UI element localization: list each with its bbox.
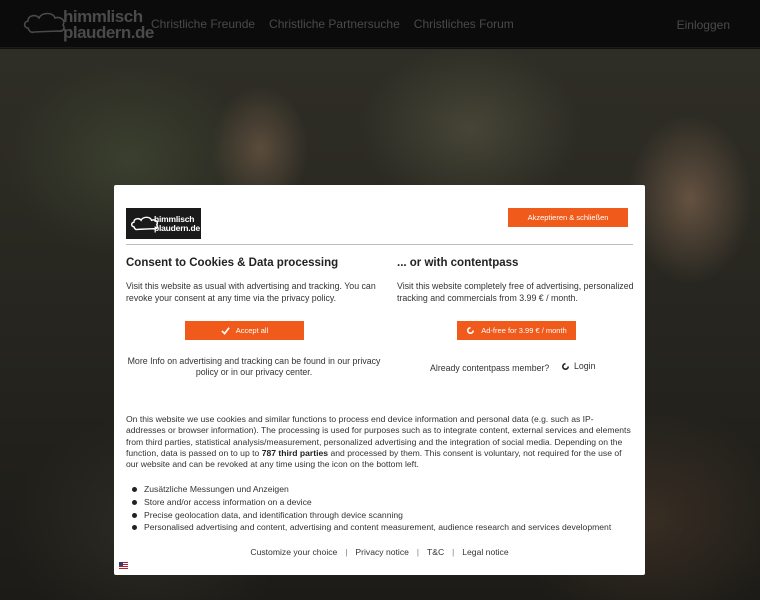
dialog-logo: himmlisch plaudern.de [126,208,201,239]
list-item: Store and/or access information on a dev… [132,496,611,509]
top-navigation: himmlisch plaudern.de Christliche Freund… [0,0,760,48]
accept-and-close-button[interactable]: Akzeptieren & schließen [508,208,628,227]
customize-choice-link[interactable]: Customize your choice [250,547,337,557]
bullet-icon [132,525,137,531]
legal-notice-link[interactable]: Legal notice [462,547,508,557]
contentpass-icon [562,362,570,370]
contentpass-login-label: Login [574,361,596,371]
purposes-list: Zusätzliche Messungen und Anzeigen Store… [132,483,611,534]
consent-dialog: himmlisch plaudern.de Akzeptieren & schl… [114,185,645,575]
terms-link[interactable]: T&C [427,547,444,557]
nav-link-christliches-forum[interactable]: Christliches Forum [414,17,514,31]
consent-description: Visit this website as usual with adverti… [126,281,376,303]
list-item: Zusätzliche Messungen und Anzeigen [132,483,611,496]
bullet-icon [132,499,137,505]
bullet-icon [132,487,137,492]
purpose-label: Zusätzliche Messungen und Anzeigen [144,484,289,494]
purpose-label: Precise geolocation data, and identifica… [144,509,403,520]
dialog-divider [126,244,633,245]
separator: | [345,547,348,557]
dialog-logo-line2: plaudern.de [154,223,200,233]
accept-all-button[interactable]: Accept all [185,321,304,340]
nav-link-christliche-freunde[interactable]: Christliche Freunde [151,17,255,31]
english-flag-icon[interactable] [119,562,128,569]
list-item: Precise geolocation data, and identifica… [132,509,611,522]
logo-text-line2: plaudern.de [63,23,154,42]
contentpass-title: ... or with contentpass [397,257,519,269]
list-item: Personalised advertising and content, ad… [132,521,611,534]
separator: | [452,547,455,557]
site-logo[interactable]: himmlisch plaudern.de [22,6,154,42]
already-member-text: Already contentpass member? [430,363,550,373]
login-link[interactable]: Einloggen [677,18,730,32]
checkmark-icon [221,327,230,335]
privacy-notice-link[interactable]: Privacy notice [355,547,409,557]
ad-free-subscribe-button[interactable]: Ad-free for 3.99 € / month [457,321,576,340]
nav-link-christliche-partnersuche[interactable]: Christliche Partnersuche [269,17,400,31]
contentpass-login-link[interactable]: Login [561,361,596,371]
third-parties-count[interactable]: 787 third parties [262,448,328,458]
bullet-icon [132,512,137,518]
contentpass-icon [467,326,475,334]
cloud-logo-icon [23,12,65,34]
separator: | [416,547,419,557]
consent-body-text: On this website we use cookies and simil… [126,414,631,470]
contentpass-description: Visit this website completely free of ad… [397,281,634,303]
accept-all-label: Accept all [235,326,269,335]
more-info-text: More Info on advertising and tracking ca… [127,356,381,377]
purpose-label: Store and/or access information on a dev… [144,496,312,507]
purpose-label: Personalised advertising and content, ad… [144,522,612,533]
main-nav: Christliche Freunde Christliche Partners… [151,17,514,31]
dialog-footer-links: Customize your choice | Privacy notice |… [114,547,645,557]
consent-title: Consent to Cookies & Data processing [126,257,339,269]
ad-free-label: Ad-free for 3.99 € / month [481,326,567,335]
